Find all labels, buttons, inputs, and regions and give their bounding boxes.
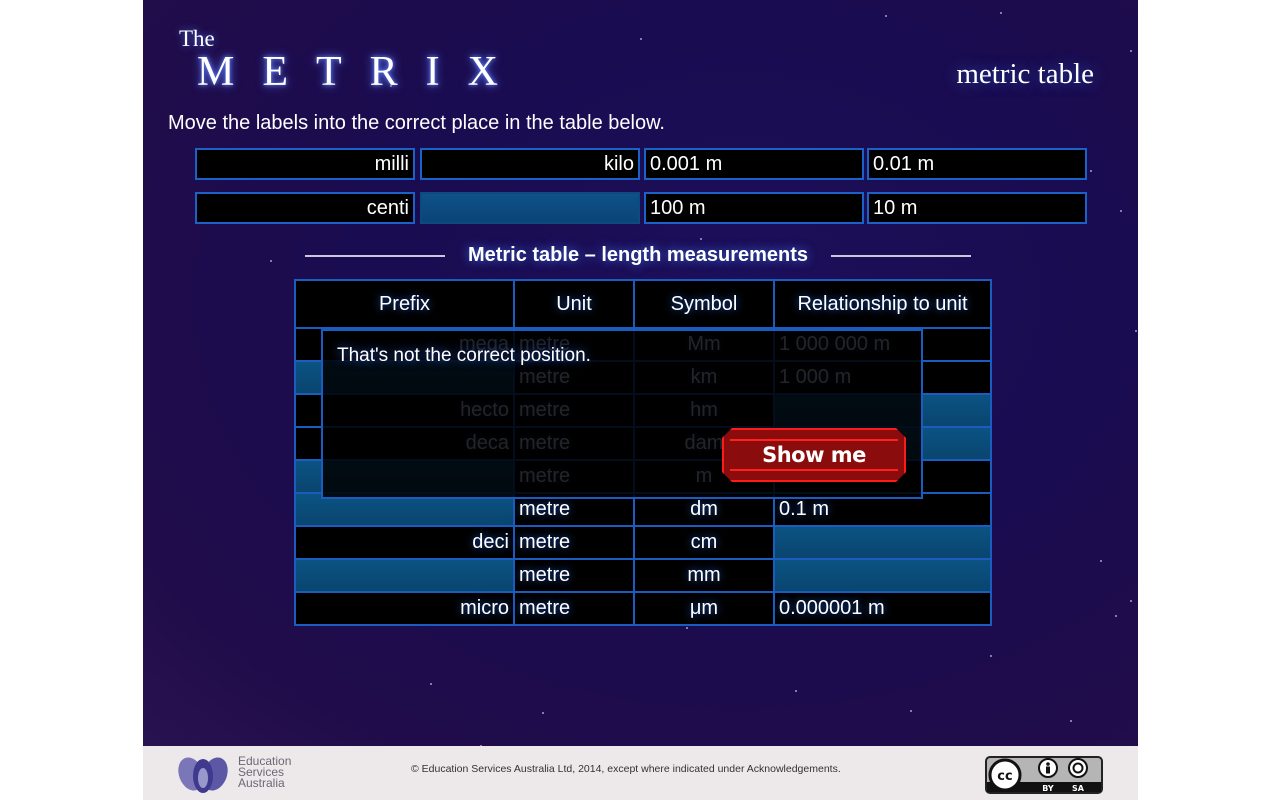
star (700, 238, 702, 240)
draggable-label-milli[interactable]: milli (195, 148, 415, 180)
show-me-label: Show me (762, 443, 866, 467)
instruction-text: Move the labels into the correct place i… (168, 112, 665, 134)
table-heading: Metric table – length measurements (305, 242, 971, 270)
footer: Education Services Australia © Education… (143, 746, 1138, 800)
drop-target-relationship-cell[interactable] (773, 525, 992, 560)
star (1135, 330, 1137, 332)
unit-cell: metre (513, 591, 635, 626)
esa-wordmark: Education Services Australia (238, 755, 291, 790)
star (1115, 615, 1117, 617)
draggable-label-centi[interactable]: centi (195, 192, 415, 224)
draggable-label-0.001m[interactable]: 0.001 m (644, 148, 864, 180)
app-title: METRIX (197, 49, 526, 95)
feedback-message: That's not the correct position. (337, 345, 591, 366)
star (885, 15, 887, 17)
star (1130, 50, 1132, 52)
esa-line-3: Australia (238, 776, 285, 790)
star (1100, 560, 1102, 562)
esa-lotus-logo-icon (178, 757, 228, 793)
table-row: micro metre μm 0.000001 m (294, 591, 992, 626)
star (270, 260, 272, 262)
column-header-relationship: Relationship to unit (773, 279, 992, 329)
column-header-symbol: Symbol (633, 279, 775, 329)
copyright-notice: © Education Services Australia Ltd, 2014… (411, 763, 841, 775)
star (686, 627, 688, 629)
drop-target-relationship-cell[interactable] (773, 558, 992, 593)
draggable-label-100m[interactable]: 100 m (644, 192, 864, 224)
star (795, 690, 797, 692)
table-header-row: Prefix Unit Symbol Relationship to unit (294, 279, 992, 329)
drop-target-prefix-cell[interactable] (294, 558, 515, 593)
star (1120, 210, 1122, 212)
column-header-unit: Unit (513, 279, 635, 329)
draggable-label-10m[interactable]: 10 m (867, 192, 1087, 224)
empty-label-slot (420, 192, 640, 224)
unit-cell: metre (513, 558, 635, 593)
unit-cell: metre (513, 525, 635, 560)
relationship-cell: 0.000001 m (773, 591, 992, 626)
star (910, 710, 912, 712)
star (990, 655, 992, 657)
star (1000, 12, 1002, 14)
symbol-cell: mm (633, 558, 775, 593)
table-row: metre mm (294, 558, 992, 593)
heading-divider-right (831, 255, 971, 257)
star (1130, 600, 1132, 602)
prefix-cell: micro (294, 591, 515, 626)
symbol-cell: μm (633, 591, 775, 626)
star (542, 712, 544, 714)
prefix-cell: deci (294, 525, 515, 560)
draggable-label-0.01m[interactable]: 0.01 m (867, 148, 1087, 180)
svg-text:SA: SA (1072, 784, 1085, 793)
cc-by-sa-license-icon[interactable]: cc BY SA (985, 756, 1103, 794)
draggable-label-kilo[interactable]: kilo (420, 148, 640, 180)
button-decor-line-bottom (730, 469, 898, 471)
svg-text:cc: cc (997, 769, 1012, 784)
button-decor-line-top (730, 439, 898, 441)
activity-subtitle: metric table (956, 58, 1094, 90)
game-stage: The METRIX metric table Move the labels … (143, 0, 1138, 746)
star (1090, 170, 1092, 172)
star (430, 683, 432, 685)
star (1070, 720, 1072, 722)
column-header-prefix: Prefix (294, 279, 515, 329)
symbol-cell: cm (633, 525, 775, 560)
star (640, 38, 642, 40)
show-me-button[interactable]: Show me (722, 428, 906, 482)
svg-text:BY: BY (1042, 784, 1054, 793)
table-row: deci metre cm (294, 525, 992, 560)
